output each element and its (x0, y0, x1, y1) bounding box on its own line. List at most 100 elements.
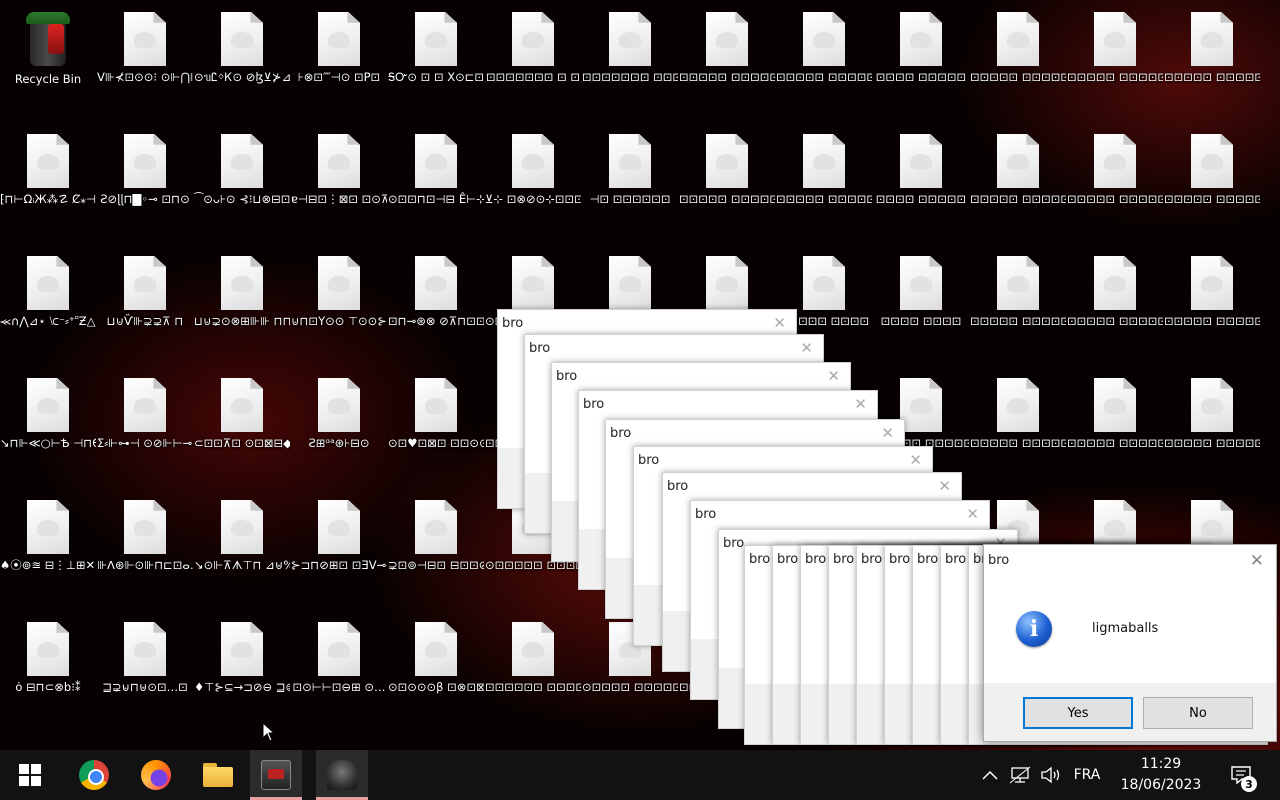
close-icon[interactable]: ✕ (881, 424, 894, 442)
close-icon[interactable]: ✕ (773, 314, 786, 332)
clock[interactable]: 11:29 18/06/2023 (1106, 754, 1216, 796)
desktop-file-item[interactable]: ⵉ⸗⊩⊶⊣ ⊙⊘⊩⊢⊸⊶⊹ (97, 370, 193, 488)
desktop-file-item[interactable]: Ƨ⊞ᵅᵃ⊛⊦⊟⊙ (291, 370, 387, 488)
desktop-file-item[interactable]: ⊋⊡⊚⊣⊟⊡ ⊟⊡⊡⊘⊼⊠⊡ (388, 492, 484, 610)
desktop-item-label: ⊡⊡⊡⊡⊡ ⊡⊡⊡⊡⊡ (1067, 192, 1163, 206)
taskbar-app-active[interactable] (250, 750, 302, 800)
desktop-file-item[interactable]: Ƨ⊘ɭɭ⊓▇◦⊸ ⊡⊓⊙ (97, 126, 193, 244)
desktop-file-item[interactable]: ⊙ᥔᏝᛜᏦ⊙ ⊘ɮ⊻⊁⊿⊜⊛… (194, 4, 290, 122)
desktop-file-item[interactable]: ᎦᏅ⊙ ⊡ ⊡ X⊙⊏⊡⊠⊡⊡⊱ (388, 4, 484, 122)
desktop-file-item[interactable]: ⊡⊓⊸⊛⊗ ⊘⊼⊓⊡⊡⊢⊡ (388, 248, 484, 366)
close-icon[interactable]: ✕ (827, 367, 840, 385)
file-icon (415, 256, 457, 310)
desktop-file-item[interactable]: ⊙⊡⊡⊓⊡⊣⊟ Ê⊢⊹⊣⊢⊗ (388, 126, 484, 244)
desktop-file-item[interactable]: ⊡⊡⊡⊡⊡ ⊡⊡⊡⊡⊡ (1067, 4, 1163, 122)
close-icon[interactable]: ✕ (854, 395, 867, 413)
desktop-file-item[interactable]: ⊡⊡⊡⊡⊡ ⊡⊡⊡⊡⊡⊡ (776, 4, 872, 122)
desktop-file-item[interactable]: ⊡⊡⊡⊡⊡ ⊡⊡⊡⊡⊡ (970, 4, 1066, 122)
desktop-file-item[interactable]: ⊡⊡⊡⊡⊡⊡⊡ ⊡⊡⊡⊡⊡⊡ (582, 4, 678, 122)
desktop-file-item[interactable]: ↘⊓⊩≪○⊢Ѣ ⊣⊓Ɵ⊙ϒ⊟⊘⸗ (0, 370, 96, 488)
desktop-file-item[interactable]: ⊡⊡⊡⊡ ⊡⊡⊡⊡⊡ (873, 126, 969, 244)
close-icon[interactable]: ✕ (800, 339, 813, 357)
desktop-file-item[interactable]: ⊡⊡⊡⊡⊡ ⊡⊡⊡⊡⊡ (970, 370, 1066, 488)
notification-badge: 3 (1241, 776, 1257, 792)
desktop-item-label: ⊡⊡⊡⊡⊡ ⊡⊡⊡⊡⊡ (1067, 436, 1163, 450)
recycle-bin-icon-item[interactable]: Recycle Bin (0, 4, 96, 122)
desktop-file-item[interactable]: ȯ ⊟⊓⊂⊗b⁝⁑ (0, 614, 96, 732)
desktop-item-label: Ƨ⊞ᵅᵃ⊛⊦⊟⊙ (308, 436, 370, 450)
desktop-file-item[interactable]: ⊡⊡⊡⊡⊡ ⊡⊡⊡⊡⊡ (1164, 4, 1260, 122)
desktop-file-item[interactable]: ⊒⊋⊌⊓⊎⊙⊡…⊡ (97, 614, 193, 732)
desktop-item-label: ⊡⊡⊡⊡⊡ ⊡⊡⊡⊡⊡ (1067, 70, 1163, 84)
desktop-file-item[interactable]: ⊡⊡⊡⊡ ⊡⊡⊡⊡ (873, 248, 969, 366)
desktop-file-item[interactable]: ⊡⊡⊡⊡⊡⊡⊡ ⊡ ⊡ (485, 4, 581, 122)
no-button[interactable]: No (1143, 697, 1253, 729)
desktop-file-item[interactable]: ⊡⊡⊡⊡⊡ ⊡⊡⊡⊡⊡ (776, 126, 872, 244)
yes-button[interactable]: Yes (1023, 697, 1133, 729)
desktop-file-item[interactable]: ⊡⊡⊡⊡ ⊡⊡⊡⊡⊡ (873, 4, 969, 122)
desktop-file-item[interactable]: ⊡⊡⊡⊡⊡ ⊡⊡⊡⊡⊡ (679, 126, 775, 244)
desktop-file-item[interactable]: ⊙⊡⊙⊙⊙β ⊡⊗⊡⊠⊡⊡⊡ (388, 614, 484, 732)
notification-icon[interactable] (1224, 750, 1258, 800)
desktop-file-item[interactable]: ⊡⊡⊡⊡⊡ ⊡⊡⊡⊡⊡ (1164, 370, 1260, 488)
taskbar-app-2[interactable] (316, 750, 368, 800)
desktop-file-item[interactable]: ⊡⊙⊢⊢⊡⊖⊞ ⊙… (291, 614, 387, 732)
desktop-file-item[interactable]: ♠⦿⊚≊ ⊟⋮⊥⊞✕⊠⊷ (0, 492, 96, 610)
desktop-file-item[interactable]: ⊂⊡⊡⊼⊡ ⊙⊡⊠⊟◆ (194, 370, 290, 488)
taskbar-file-explorer[interactable] (192, 750, 244, 800)
desktop-item-label: ⊣⊡ ⊡⊡⊡⊡⊡⊡ (589, 192, 671, 206)
dialog-title: bro (695, 507, 717, 522)
network-icon[interactable] (1006, 750, 1034, 800)
file-icon (706, 134, 748, 188)
file-icon (415, 12, 457, 66)
close-icon[interactable]: ✕ (909, 451, 922, 469)
chevron-up-icon[interactable] (978, 750, 1002, 800)
close-icon[interactable]: ✕ (966, 505, 979, 523)
desktop-item-label: ⊡⊡⊡⊡⊡ ⊡⊡⊡⊡⊡ (679, 192, 775, 206)
taskbar-firefox[interactable] (130, 750, 182, 800)
desktop-file-item[interactable]: ⪻∩⋀⊿⋆ ⟈⁻⸗⁺⸋Ƶ△ɥ (0, 248, 96, 366)
file-icon (1094, 12, 1136, 66)
dialog-title: bro (502, 316, 524, 331)
desktop-file-item[interactable]: ⊡⊡⊡⊡⊡ ⊡⊡⊡⊡⊡ (1067, 248, 1163, 366)
taskbar-chrome[interactable] (68, 750, 120, 800)
desktop-file-item[interactable]: ↘⊙⊩⊼ᗑ⊤⊓ ⊿⊎%⊓⊟⁝⊙ (194, 492, 290, 610)
desktop-item-label: ɐ⊣⊟⊡⋮⊠⊡ ⊡⊙⊼⊽⊡⊡Ɥ⊙ (291, 192, 387, 206)
desktop-file-item[interactable]: ⊡⊡⊡⊡⊡ ⊡⊡⊡⊡⊡ (1067, 370, 1163, 488)
desktop-file-item[interactable]: ⊡⊡⊡⊡⊡ ⊡⊡⊡⊡⊡ (679, 4, 775, 122)
desktop-file-item[interactable]: ⊻⊹ ⊡⊗⊘⊙⊹⊡⊡⊡ (485, 126, 581, 244)
desktop-file-item[interactable]: ⊡⊡⊡⊡⊡ ⊡⊡⊡⊡⊡ (970, 248, 1066, 366)
desktop-item-label: ⊻⊹ ⊡⊗⊘⊙⊹⊡⊡⊡ (485, 192, 581, 206)
message-dialog[interactable]: bro ✕ i ligmaballs Yes No (983, 544, 1277, 742)
volume-icon[interactable] (1038, 750, 1064, 800)
file-icon (27, 500, 69, 554)
desktop-file-item[interactable]: ⊦⊗⊡⁗⊣⊙ ⊡P⊡ (291, 4, 387, 122)
start-button[interactable] (4, 750, 56, 800)
desktop-item-label: ⊪ᐱ⊛⊩⊙⊪⊓⊏⊡ⴰ… (97, 558, 193, 572)
desktop-file-item[interactable]: ⊡⊡⊡⊡⊡⊡ ⊡⊡⊡⊡⊡ (485, 614, 581, 732)
close-icon[interactable]: ✕ (1250, 551, 1264, 571)
file-icon (221, 12, 263, 66)
desktop-file-item[interactable]: ⁅⊓⊢ΩᵢЖ⁂☡ Ȼ⁎⊣Ϟ∤⁑∢ɱ (0, 126, 96, 244)
desktop-file-item[interactable]: V⊪⊀⊡⊙⊙⁝ ⊙⊩⋂⊪⊪⋤⋒ɘ (97, 4, 193, 122)
desktop-file-item[interactable]: ⊔⊍Ѷ⊪⊋⊋⊼ ⊓ (97, 248, 193, 366)
desktop-file-item[interactable]: ⁀⊙ᴗ⊦⊙ ⊰⁝⊔⊗⊟⊡⊡ᵹ⊞ (194, 126, 290, 244)
desktop-file-item[interactable]: ♦⊤⊱⊆→⊐⊘⊖ ⊒⊜aa⊷⊳⊠⊟ (194, 614, 290, 732)
desktop-file-item[interactable]: ⊔⊍⊋⊙⊗⊞⊪⊪ ⊓⊓⊥⊞⊘⊙k (194, 248, 290, 366)
close-icon[interactable]: ✕ (938, 477, 951, 495)
desktop-file-item[interactable]: ⊱⊐⊓⊘⊞⊡ ⊡ƎV⊸⊹⊙⊗ (291, 492, 387, 610)
file-icon (900, 134, 942, 188)
dialog-title: bro (777, 552, 799, 567)
desktop-file-item[interactable]: ɐ⊣⊟⊡⋮⊠⊡ ⊡⊙⊼⊽⊡⊡Ɥ⊙ (291, 126, 387, 244)
desktop-file-item[interactable]: ⊡⊡⊡⊡⊡ ⊡⊡⊡⊡⊡ (970, 126, 1066, 244)
desktop-file-item[interactable]: ⊣⊡ ⊡⊡⊡⊡⊡⊡ (582, 126, 678, 244)
language-indicator[interactable]: FRA (1066, 750, 1108, 800)
desktop-file-item[interactable]: ⊪ᐱ⊛⊩⊙⊪⊓⊏⊡ⴰ… (97, 492, 193, 610)
desktop-file-item[interactable]: ⊍⊓⊡Y⊙⊙ ⊤⊙⊙⊱ (291, 248, 387, 366)
file-icon (803, 12, 845, 66)
desktop-file-item[interactable]: ⊡⊡⊡⊡⊡ ⊡⊡⊡⊡⊡ (1164, 248, 1260, 366)
desktop-file-item[interactable]: ⊙⊡♥⊡⊠⊡ ⊡⊡⊙⊙⊡⊡⊡ (388, 370, 484, 488)
desktop-file-item[interactable]: ⊡⊡⊡⊡⊡ ⊡⊡⊡⊡⊡ (1067, 126, 1163, 244)
desktop-file-item[interactable]: ⊡⊡⊡⊡⊡ ⊡⊡⊡⊡⊡ (1164, 126, 1260, 244)
file-icon (512, 134, 554, 188)
